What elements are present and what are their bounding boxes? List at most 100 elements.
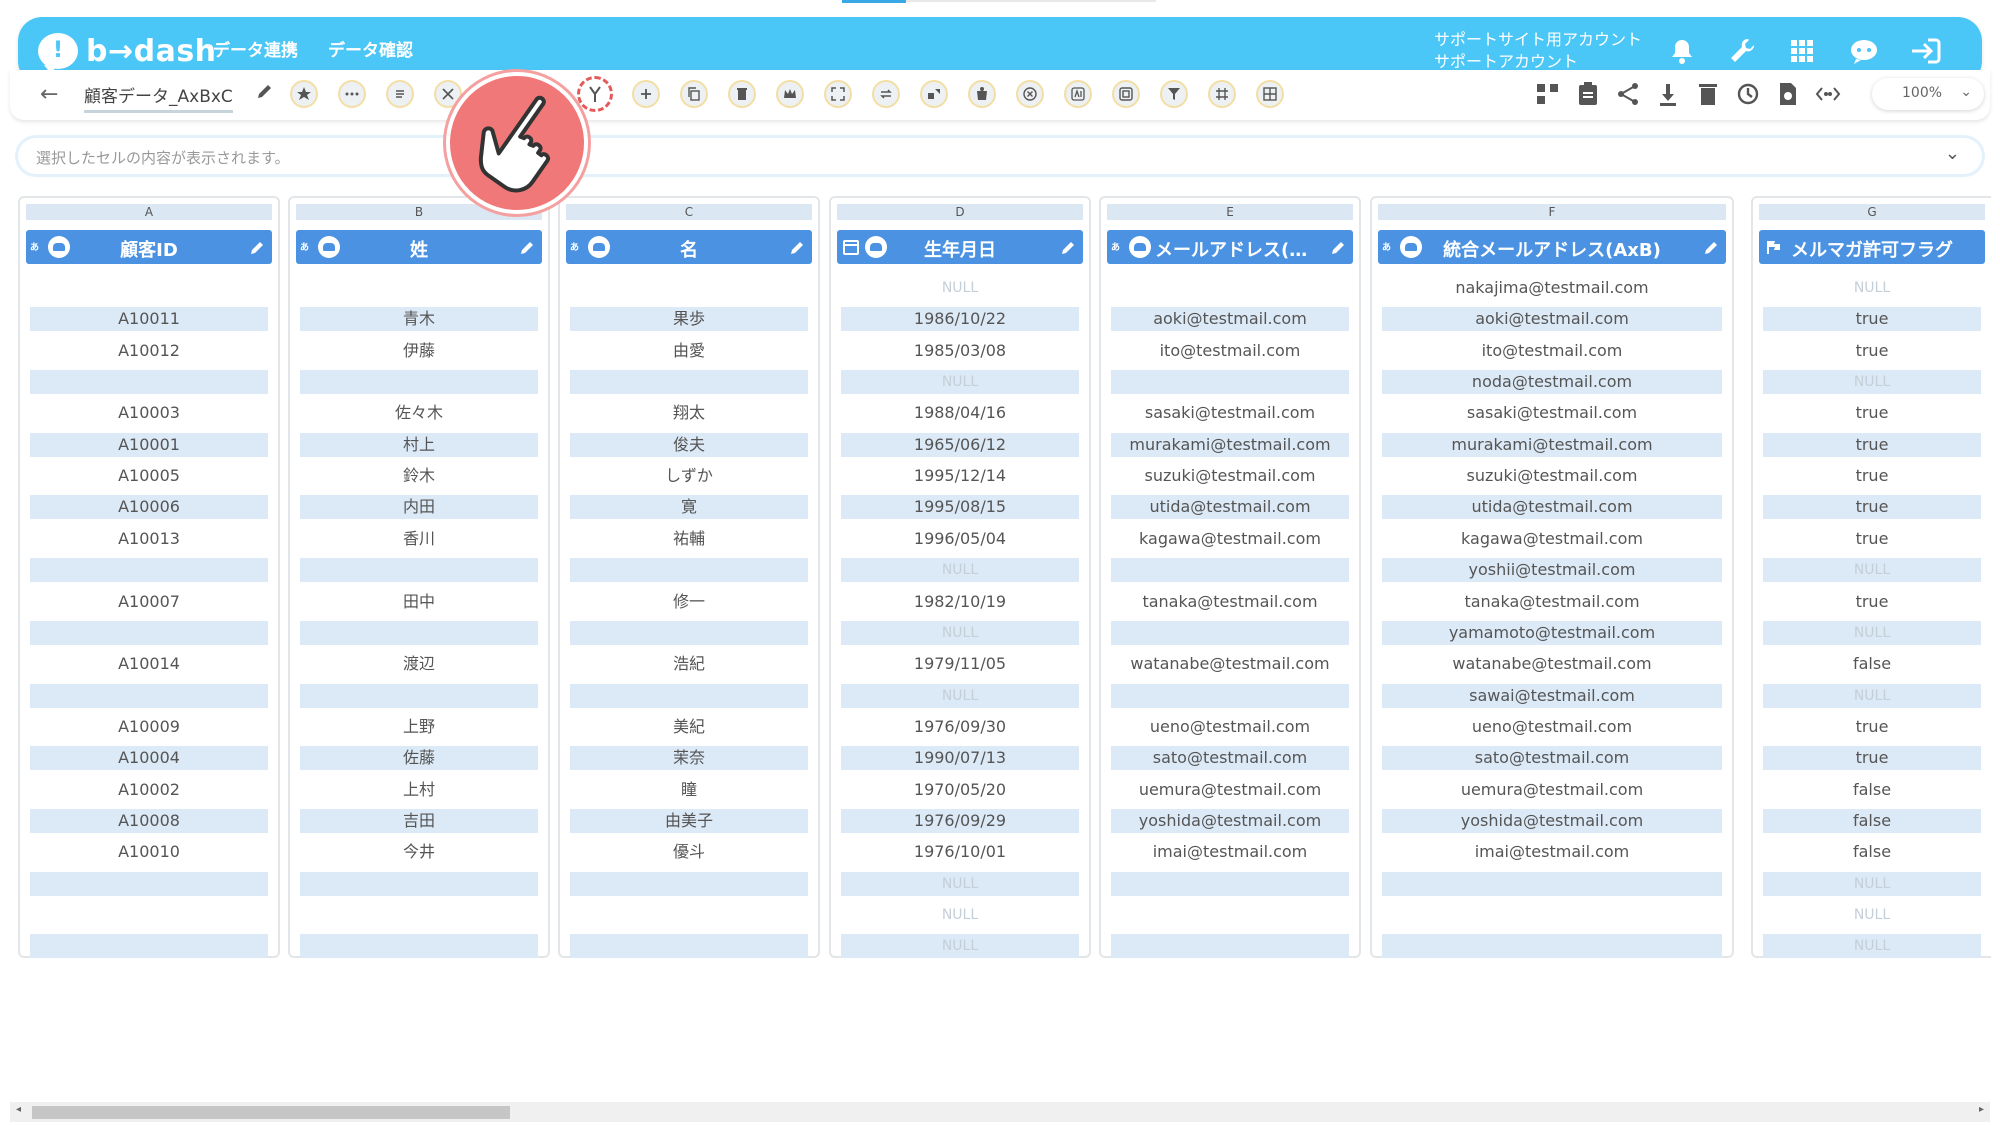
crown-icon[interactable]: [776, 80, 804, 108]
table-cell[interactable]: watanabe@testmail.com: [1111, 652, 1349, 676]
repeat-icon[interactable]: [872, 80, 900, 108]
table-cell[interactable]: 1995/08/15: [841, 495, 1079, 520]
table-cell[interactable]: 1996/05/04: [841, 527, 1079, 551]
clipboard-icon[interactable]: [1574, 80, 1602, 108]
table-cell[interactable]: sasaki@testmail.com: [1111, 401, 1349, 425]
table-cell[interactable]: 伊藤: [300, 339, 538, 363]
table-cell[interactable]: 今井: [300, 840, 538, 864]
table-cell[interactable]: A10005: [30, 464, 268, 488]
table-cell[interactable]: [570, 370, 808, 395]
table-cell[interactable]: [1382, 903, 1722, 927]
table-cell[interactable]: true: [1763, 527, 1981, 551]
table-cell[interactable]: 青木: [300, 307, 538, 332]
delete-trash-icon[interactable]: [728, 80, 756, 108]
table-cell[interactable]: 美紀: [570, 715, 808, 739]
table-cell[interactable]: [570, 558, 808, 583]
convert-icon[interactable]: [920, 80, 948, 108]
table-cell[interactable]: [1111, 558, 1349, 583]
table-cell[interactable]: NULL: [1763, 871, 1981, 896]
table-cell[interactable]: 上村: [300, 778, 538, 802]
table-cell[interactable]: 田中: [300, 590, 538, 614]
column-letter[interactable]: F: [1378, 204, 1726, 220]
column-header[interactable]: あ メールアドレス(…: [1107, 230, 1353, 264]
table-cell[interactable]: 1990/07/13: [841, 746, 1079, 771]
table-cell[interactable]: tanaka@testmail.com: [1382, 590, 1722, 614]
edit-pencil-icon[interactable]: [790, 239, 806, 255]
table-cell[interactable]: noda@testmail.com: [1382, 370, 1722, 395]
table-cell[interactable]: 浩紀: [570, 652, 808, 676]
table-cell[interactable]: utida@testmail.com: [1111, 495, 1349, 520]
edit-name-pencil-icon[interactable]: [256, 82, 274, 104]
table-cell[interactable]: suzuki@testmail.com: [1382, 464, 1722, 488]
table-cell[interactable]: uemura@testmail.com: [1382, 778, 1722, 802]
table-cell[interactable]: [300, 934, 538, 959]
table-cell[interactable]: NULL: [1763, 558, 1981, 583]
scrollbar-thumb[interactable]: [32, 1106, 510, 1119]
table-cell[interactable]: false: [1763, 778, 1981, 802]
table-cell[interactable]: 1976/09/29: [841, 808, 1079, 833]
table-cell[interactable]: NULL: [1763, 903, 1981, 927]
table-cell[interactable]: 村上: [300, 432, 538, 457]
table-name[interactable]: 顧客データ_AxBxC: [84, 82, 233, 113]
refresh-file-icon[interactable]: [1774, 80, 1802, 108]
table-cell[interactable]: 鈴木: [300, 464, 538, 488]
table-cell[interactable]: aoki@testmail.com: [1382, 307, 1722, 332]
table-cell[interactable]: [1111, 276, 1349, 300]
table-cell[interactable]: 佐々木: [300, 401, 538, 425]
table-cell[interactable]: A10006: [30, 495, 268, 520]
edit-pencil-icon[interactable]: [1331, 239, 1347, 255]
table-cell[interactable]: 優斗: [570, 840, 808, 864]
table-cell[interactable]: yoshii@testmail.com: [1382, 558, 1722, 583]
history-icon[interactable]: [1734, 80, 1762, 108]
table-cell[interactable]: true: [1763, 339, 1981, 363]
table-cell[interactable]: [30, 370, 268, 395]
support-chat-icon[interactable]: [1844, 31, 1884, 71]
logo[interactable]: ! b→dash: [38, 27, 217, 75]
table-cell[interactable]: true: [1763, 715, 1981, 739]
table-cell[interactable]: [30, 683, 268, 708]
table-cell[interactable]: 1976/09/30: [841, 715, 1079, 739]
table-cell[interactable]: ito@testmail.com: [1382, 339, 1722, 363]
table-cell[interactable]: [300, 683, 538, 708]
table-cell[interactable]: 1970/05/20: [841, 778, 1079, 802]
wrench-icon[interactable]: [1722, 31, 1762, 71]
table-cell[interactable]: yoshida@testmail.com: [1382, 808, 1722, 833]
table-cell[interactable]: [30, 276, 268, 300]
table-cell[interactable]: A10007: [30, 590, 268, 614]
table-cell[interactable]: 祐輔: [570, 527, 808, 551]
table-cell[interactable]: 修一: [570, 590, 808, 614]
trash-icon[interactable]: [1694, 80, 1722, 108]
table-cell[interactable]: A10009: [30, 715, 268, 739]
table-cell[interactable]: ueno@testmail.com: [1382, 715, 1722, 739]
table-cell[interactable]: 寛: [570, 495, 808, 520]
table-cell[interactable]: 吉田: [300, 808, 538, 833]
clear-circle-x-icon[interactable]: [1016, 80, 1044, 108]
table-cell[interactable]: [1111, 370, 1349, 395]
table-cell[interactable]: 由美子: [570, 808, 808, 833]
table-cell[interactable]: A10001: [30, 432, 268, 457]
table-cell[interactable]: 1986/10/22: [841, 307, 1079, 332]
copy-icon[interactable]: [680, 80, 708, 108]
column-header[interactable]: メルマガ許可フラグ: [1759, 230, 1985, 264]
table-cell[interactable]: true: [1763, 401, 1981, 425]
edit-pencil-icon[interactable]: [1061, 239, 1077, 255]
bell-icon[interactable]: [1662, 31, 1702, 71]
table-cell[interactable]: [570, 934, 808, 959]
table-cell[interactable]: yamamoto@testmail.com: [1382, 620, 1722, 645]
table-cell[interactable]: [570, 903, 808, 927]
code-icon[interactable]: [1814, 80, 1842, 108]
table-cell[interactable]: ito@testmail.com: [1111, 339, 1349, 363]
table-cell[interactable]: false: [1763, 808, 1981, 833]
table-cell[interactable]: 1976/10/01: [841, 840, 1079, 864]
table-cell[interactable]: sato@testmail.com: [1111, 746, 1349, 771]
table-cell[interactable]: A10008: [30, 808, 268, 833]
table-cell[interactable]: NULL: [841, 370, 1079, 395]
table-cell[interactable]: kagawa@testmail.com: [1382, 527, 1722, 551]
table-cell[interactable]: [30, 558, 268, 583]
table-cell[interactable]: NULL: [1763, 683, 1981, 708]
edit-pencil-icon[interactable]: [1704, 239, 1720, 255]
table-cell[interactable]: NULL: [841, 276, 1079, 300]
edit-pencil-icon[interactable]: [250, 239, 266, 255]
table-cell[interactable]: 渡辺: [300, 652, 538, 676]
table-cell[interactable]: aoki@testmail.com: [1111, 307, 1349, 332]
